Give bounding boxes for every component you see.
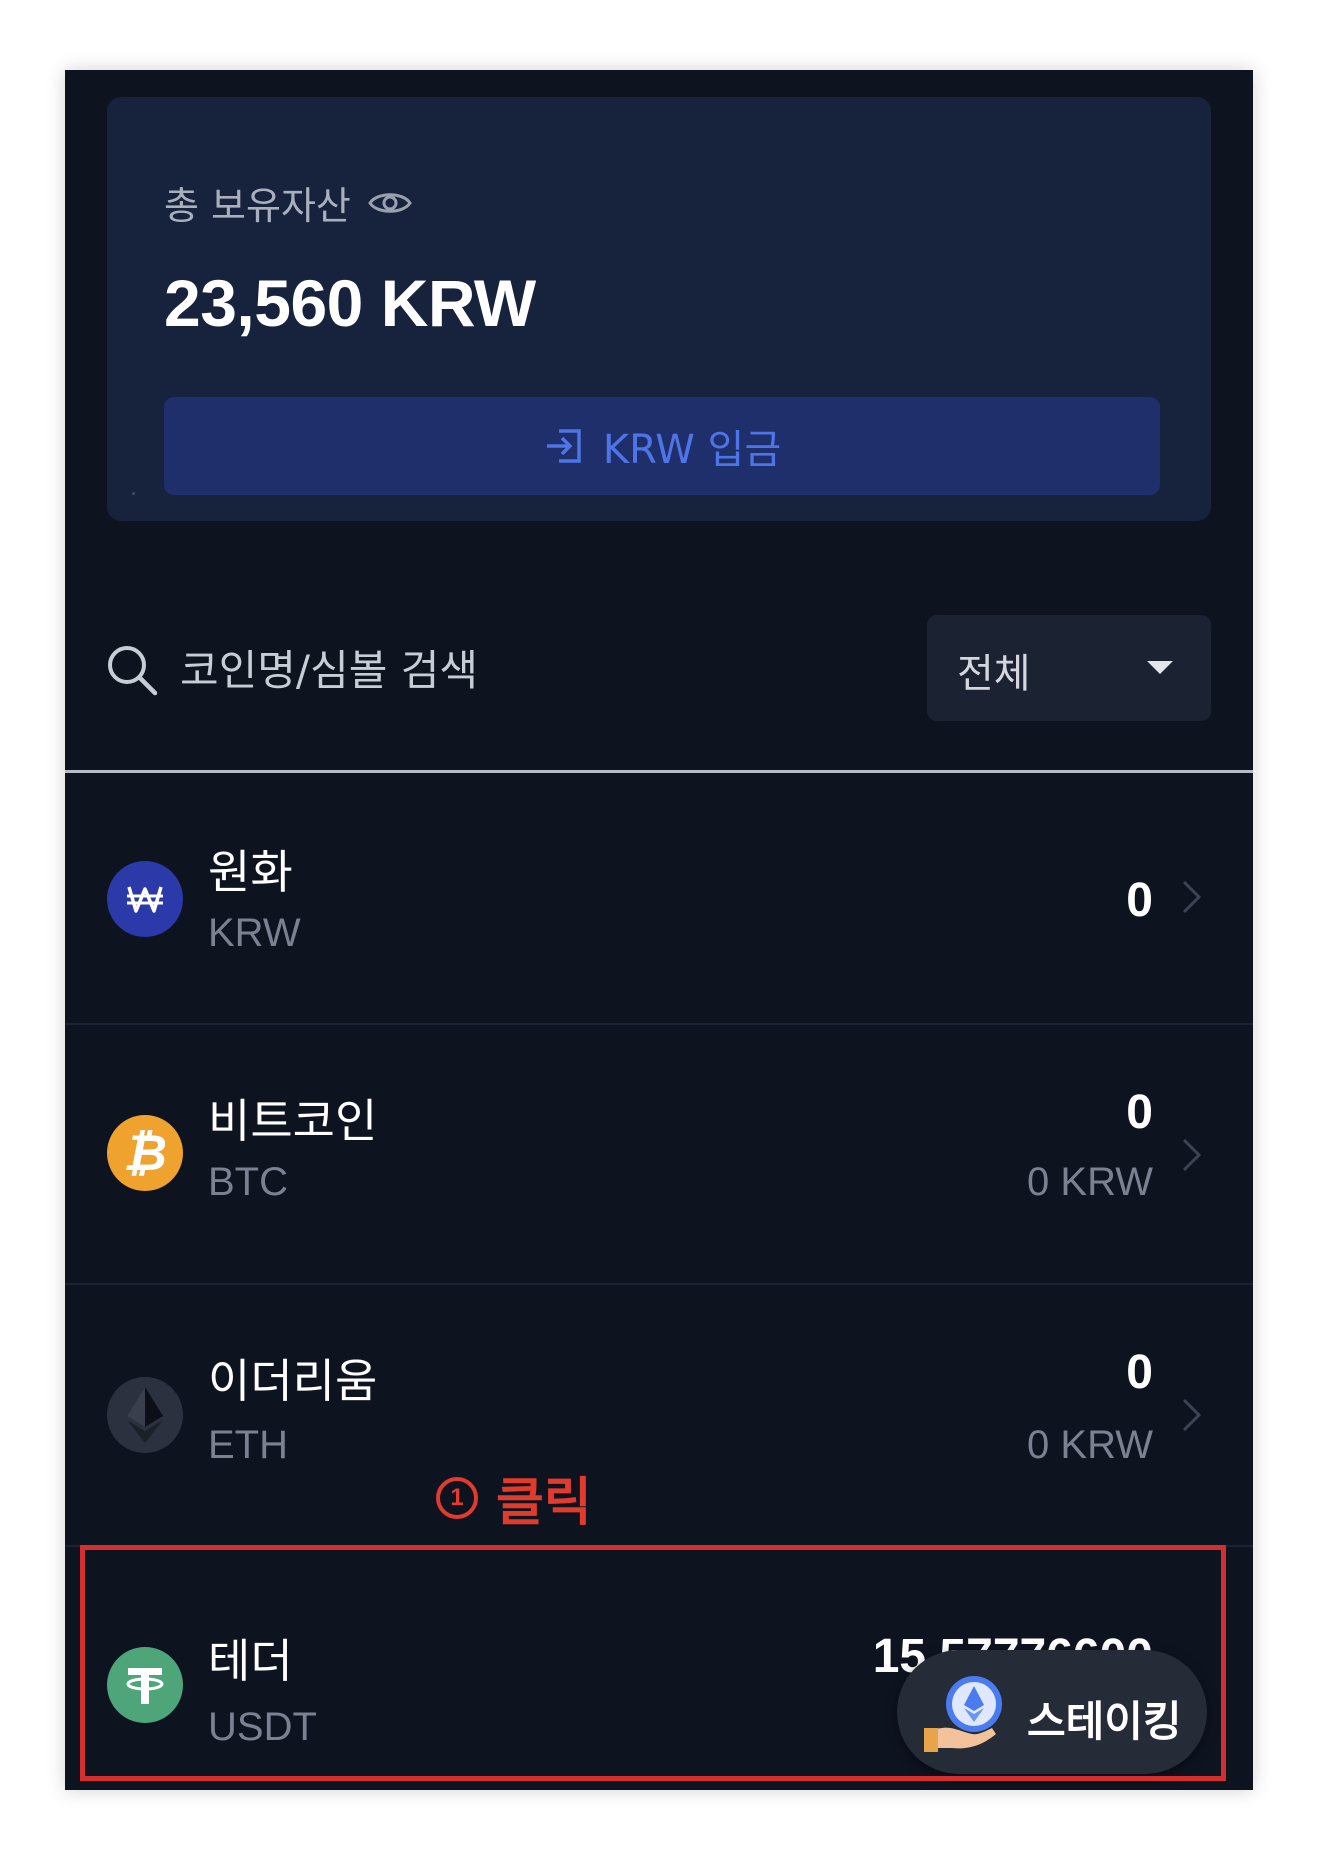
filter-selected-label: 전체 xyxy=(957,651,1031,697)
card-dot xyxy=(132,492,135,495)
coin-symbol: USDT xyxy=(208,1705,317,1749)
staking-label: 스테이킹 xyxy=(1027,1697,1182,1746)
coin-name: 비트코인 xyxy=(208,1094,378,1148)
coin-amount: 0 xyxy=(1126,874,1153,927)
coin-name: 원화 xyxy=(208,845,293,899)
bitcoin-icon: ₿ xyxy=(107,1115,183,1191)
coin-symbol: KRW xyxy=(208,911,301,955)
ethereum-icon xyxy=(107,1377,183,1453)
wallet-screen: 총 보유자산 23,560 KRW KRW 입금 전체 xyxy=(65,70,1253,1790)
coin-krw-value: 0 KRW xyxy=(1027,1160,1153,1204)
coin-row-krw[interactable]: 원화 KRW 0 xyxy=(65,773,1253,1025)
coin-amount: 0 xyxy=(1126,1346,1153,1399)
annotation-text: 클릭 xyxy=(496,1473,592,1533)
asset-total-value: 23,560 KRW xyxy=(164,266,536,340)
coin-name: 이더리움 xyxy=(208,1354,378,1408)
annotation-number: 1 xyxy=(436,1476,478,1519)
chevron-right-icon xyxy=(1182,880,1202,914)
chevron-right-icon xyxy=(1182,1138,1202,1172)
coin-row-btc[interactable]: ₿ 비트코인 BTC 0 0 KRW xyxy=(65,1025,1253,1285)
login-arrow-icon xyxy=(546,429,581,463)
asset-summary-card: 총 보유자산 23,560 KRW KRW 입금 xyxy=(107,97,1211,521)
tether-icon xyxy=(107,1647,183,1723)
coin-symbol: ETH xyxy=(208,1423,288,1467)
won-icon xyxy=(107,861,183,937)
caret-down-icon xyxy=(1147,661,1173,674)
coin-amount: 0 xyxy=(1126,1086,1153,1139)
click-annotation: 1 클릭 xyxy=(436,1460,592,1535)
eye-icon[interactable] xyxy=(367,187,413,219)
staking-hand-eth-icon xyxy=(924,1676,1002,1752)
filter-dropdown[interactable]: 전체 xyxy=(927,615,1211,721)
coin-krw-value: 0 KRW xyxy=(1027,1423,1153,1467)
krw-deposit-label: KRW 입금 xyxy=(602,427,782,473)
chevron-right-icon xyxy=(1182,1398,1202,1432)
coin-symbol: BTC xyxy=(208,1160,288,1204)
asset-total-label: 총 보유자산 xyxy=(164,184,351,228)
coin-name: 테더 xyxy=(208,1634,293,1688)
asset-label-row: 총 보유자산 xyxy=(164,175,413,230)
coin-row-eth[interactable]: 이더리움 ETH 0 0 KRW xyxy=(65,1285,1253,1547)
krw-deposit-button[interactable]: KRW 입금 xyxy=(164,397,1160,495)
search-input[interactable] xyxy=(180,640,870,700)
staking-button[interactable]: 스테이킹 xyxy=(897,1650,1207,1774)
search-icon xyxy=(108,646,158,696)
